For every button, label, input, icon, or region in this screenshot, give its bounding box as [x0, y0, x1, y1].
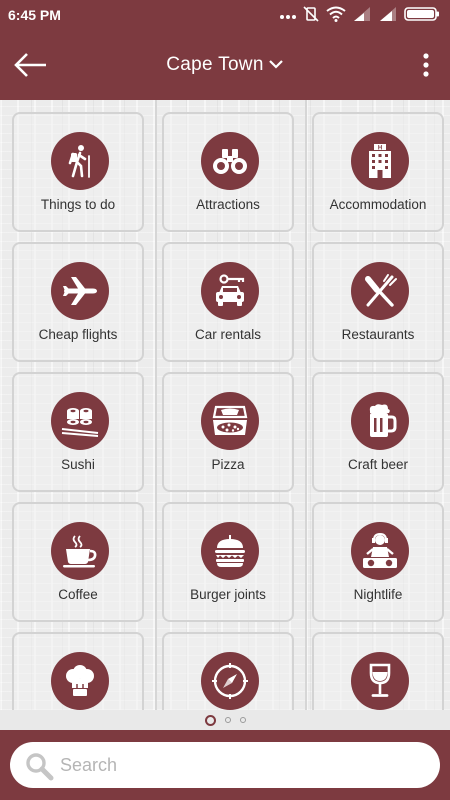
category-label: Nightlife [353, 587, 403, 602]
burger-icon [201, 522, 259, 580]
category-things-to-do[interactable]: Things to do [12, 112, 144, 232]
category-label: Car rentals [194, 327, 262, 342]
overflow-menu-button[interactable] [420, 50, 432, 80]
vibrate-off-icon [302, 5, 320, 25]
page-dot[interactable] [224, 717, 231, 723]
category-cheap-flights[interactable]: Cheap flights [12, 242, 144, 362]
search-icon [24, 751, 54, 786]
compass-icon [201, 652, 259, 710]
signal-2-icon [378, 6, 398, 25]
chef-hat-icon [51, 652, 109, 710]
airplane-icon [51, 262, 109, 320]
coffee-cup-icon [51, 522, 109, 580]
category-label: Sushi [61, 457, 95, 472]
category-attractions[interactable]: Attractions [162, 112, 294, 232]
category-pizza[interactable]: Pizza [162, 372, 294, 492]
category-grid: Things to do Attractions H Accommodation… [0, 100, 450, 710]
category-label: Cheap flights [38, 327, 118, 342]
chevron-down-icon [268, 54, 284, 76]
grid-divider [155, 100, 157, 710]
category-label: Things to do [40, 197, 116, 212]
status-bar: 6:45 PM [0, 0, 450, 30]
pizza-box-icon [201, 392, 259, 450]
category-coffee[interactable]: Coffee [12, 502, 144, 622]
fork-knife-icon [351, 262, 409, 320]
category-car-rentals[interactable]: Car rentals [162, 242, 294, 362]
wifi-icon [326, 6, 346, 25]
category-label: Attractions [196, 197, 260, 212]
category-tile-compass[interactable] [162, 632, 294, 710]
battery-icon [404, 6, 440, 25]
sushi-icon [51, 392, 109, 450]
category-accommodation[interactable]: H Accommodation [312, 112, 444, 232]
page-dot[interactable] [239, 717, 246, 723]
category-label: Accommodation [329, 197, 427, 212]
category-nightlife[interactable]: Nightlife [312, 502, 444, 622]
status-icons [280, 5, 440, 25]
status-time: 6:45 PM [8, 7, 61, 23]
app-bar: Cape Town [0, 30, 450, 100]
hiker-icon [51, 132, 109, 190]
city-selector[interactable]: Cape Town [0, 54, 450, 76]
category-tile-wine[interactable] [312, 632, 444, 710]
category-label: Pizza [211, 457, 245, 472]
svg-text:H: H [378, 146, 382, 152]
category-tile-chef[interactable] [12, 632, 144, 710]
notification-dots-icon [280, 7, 296, 23]
signal-1-icon [352, 6, 372, 25]
beer-mug-icon [351, 392, 409, 450]
category-sushi[interactable]: Sushi [12, 372, 144, 492]
category-label: Restaurants [341, 327, 415, 342]
category-label: Craft beer [347, 457, 409, 472]
category-craft-beer[interactable]: Craft beer [312, 372, 444, 492]
hotel-icon: H [351, 132, 409, 190]
binoculars-icon [201, 132, 259, 190]
page-dot-active[interactable] [204, 714, 216, 726]
dj-icon [351, 522, 409, 580]
category-label: Coffee [58, 587, 98, 602]
category-burger-joints[interactable]: Burger joints [162, 502, 294, 622]
wine-glass-icon [351, 652, 409, 710]
more-vertical-icon [420, 53, 432, 84]
car-key-icon [201, 262, 259, 320]
city-title: Cape Town [166, 54, 264, 76]
category-restaurants[interactable]: Restaurants [312, 242, 444, 362]
page-indicator [0, 712, 450, 728]
search-input[interactable] [60, 748, 420, 782]
category-label: Burger joints [190, 587, 266, 602]
grid-divider [305, 100, 307, 710]
search-box[interactable] [10, 742, 440, 788]
bottom-bar [0, 730, 450, 800]
